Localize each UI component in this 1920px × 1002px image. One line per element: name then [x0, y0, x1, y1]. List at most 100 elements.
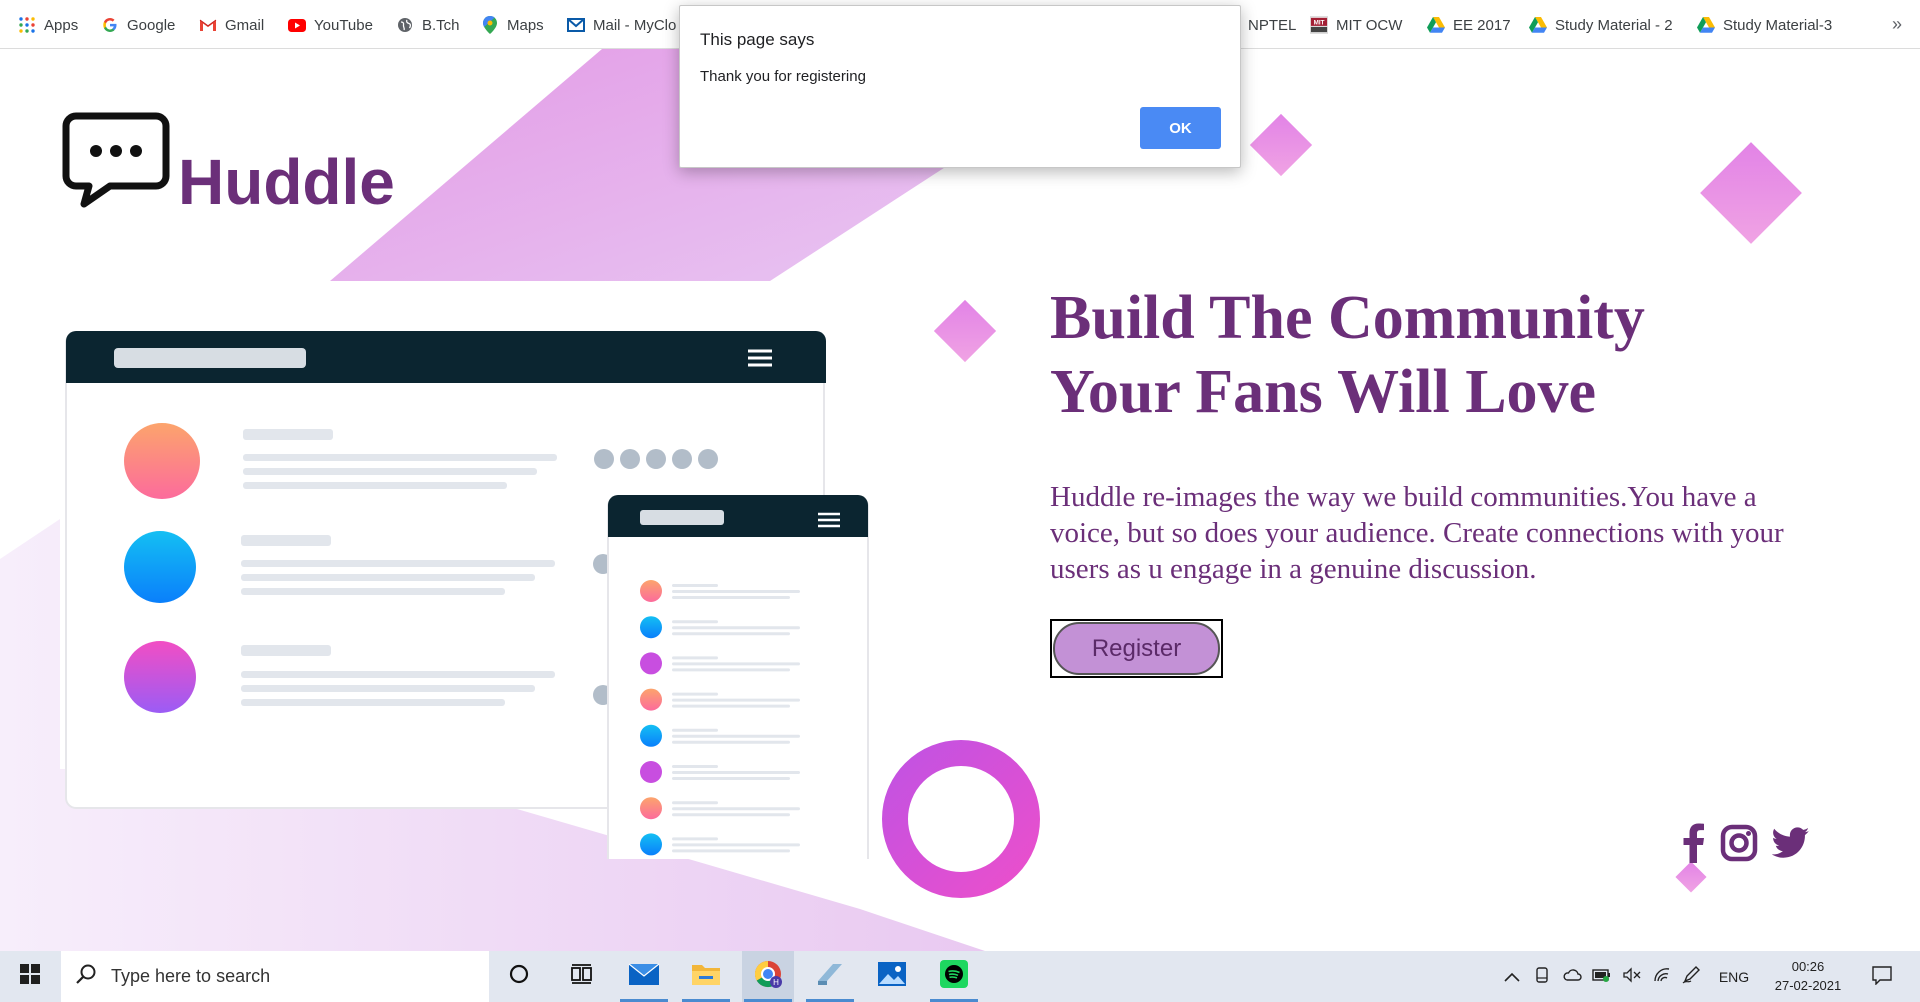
mobile-text-line	[672, 777, 790, 780]
bookmarks-overflow-button[interactable]: »	[1892, 14, 1902, 35]
taskbar-notes-app[interactable]	[804, 951, 856, 1002]
taskbar-mail-app[interactable]	[618, 951, 670, 1002]
notification-icon	[1871, 965, 1893, 988]
tray-volume[interactable]	[1620, 951, 1644, 1002]
mobile-text-line	[672, 843, 800, 847]
windows-taskbar: Type here to search H ENG 00:26 27-02-20…	[0, 951, 1920, 1002]
folder-icon	[691, 961, 721, 992]
bookmark-study-material-3[interactable]: Study Material-3	[1697, 14, 1832, 36]
mail-icon	[628, 961, 660, 992]
bookmark-youtube[interactable]: YouTube	[288, 14, 373, 36]
mobile-avatar	[640, 724, 662, 747]
volume-muted-icon	[1622, 967, 1642, 986]
mobile-text-line	[672, 801, 718, 805]
bookmark-btch[interactable]: B.Tch	[396, 14, 460, 36]
bookmark-label: Mail - MyClo	[593, 16, 677, 34]
bookmark-label: MIT OCW	[1336, 16, 1403, 34]
mobile-text-line	[672, 698, 800, 702]
notification-center-button[interactable]	[1862, 951, 1902, 1002]
bookmark-mail[interactable]: Mail - MyClo	[567, 14, 676, 36]
mobile-avatar	[640, 580, 662, 602]
facebook-icon[interactable]	[1680, 823, 1706, 868]
windows-logo-icon	[20, 964, 40, 989]
bookmark-apps[interactable]: Apps	[18, 14, 78, 36]
globe-icon	[396, 16, 414, 34]
register-button-frame: Register	[1050, 619, 1223, 678]
mobile-avatar	[640, 652, 662, 675]
apps-grid-icon	[18, 16, 36, 34]
bookmark-nptel[interactable]: NPTEL	[1248, 14, 1296, 36]
chevron-up-icon	[1504, 969, 1520, 985]
hero-headline-line: Your Fans Will Love	[1050, 358, 1597, 426]
bookmark-label: Study Material - 2	[1555, 16, 1673, 34]
clock-time: 00:26	[1791, 959, 1825, 974]
register-button[interactable]: Register	[1053, 622, 1220, 675]
wifi-icon	[1652, 967, 1672, 986]
bookmark-label: NPTEL	[1248, 16, 1297, 34]
mobile-text-line	[672, 807, 800, 811]
youtube-icon	[288, 16, 306, 34]
diamond-decoration	[1249, 113, 1313, 177]
app-mockup-illustration	[65, 331, 869, 859]
tray-meet-now[interactable]	[1530, 951, 1554, 1002]
mobile-text-line	[672, 704, 790, 708]
alert-dialog: This page says Thank you for registering…	[679, 5, 1241, 168]
google-drive-icon	[1529, 16, 1547, 34]
spotify-icon	[939, 959, 969, 994]
diamond-decoration	[933, 299, 997, 363]
mobile-text-line	[672, 668, 790, 672]
bookmark-label: Study Material-3	[1723, 16, 1833, 34]
instagram-icon[interactable]	[1720, 824, 1758, 867]
cortana-button[interactable]	[493, 951, 545, 1002]
social-links	[1680, 823, 1810, 868]
taskbar-chrome[interactable]: H	[742, 951, 794, 1002]
svg-text:H: H	[773, 978, 779, 987]
tray-language[interactable]: ENG	[1712, 951, 1756, 1002]
mobile-avatar	[640, 833, 662, 856]
taskbar-photos-app[interactable]	[866, 951, 918, 1002]
notepad-icon	[815, 961, 845, 992]
start-button[interactable]	[0, 951, 60, 1002]
show-hidden-icons-button[interactable]	[1500, 951, 1524, 1002]
huddle-logo[interactable]: Huddle	[62, 110, 395, 218]
photos-icon	[877, 961, 907, 992]
taskbar-file-explorer[interactable]	[680, 951, 732, 1002]
hero-description: Huddle re-images the way we build commun…	[1050, 481, 1784, 585]
dialog-title: This page says	[700, 30, 815, 49]
device-icon	[1533, 966, 1551, 987]
hero-headline-line: Build The Community	[1050, 284, 1645, 352]
tray-onedrive[interactable]	[1560, 951, 1584, 1002]
tray-pen[interactable]	[1680, 951, 1704, 1002]
bookmark-mit-ocw[interactable]: MIT MIT OCW	[1310, 14, 1402, 36]
dialog-ok-button[interactable]: OK	[1140, 107, 1221, 149]
mobile-text-line	[672, 656, 718, 660]
bookmark-gmail[interactable]: Gmail	[199, 14, 264, 36]
mobile-avatar	[640, 761, 662, 783]
task-view-button[interactable]	[555, 951, 607, 1002]
twitter-icon[interactable]	[1771, 827, 1810, 864]
mobile-text-line	[672, 740, 790, 744]
mobile-avatar	[640, 797, 662, 820]
mobile-mockup	[607, 495, 869, 859]
bookmark-label: EE 2017	[1453, 16, 1511, 34]
bookmark-ee2017[interactable]: EE 2017	[1427, 14, 1511, 36]
taskbar-clock[interactable]: 00:26 27-02-2021	[1766, 957, 1850, 995]
bookmark-label: YouTube	[314, 16, 373, 34]
mobile-text-line	[672, 590, 800, 593]
cloud-icon	[1562, 967, 1582, 986]
bookmark-label: B.Tch	[422, 16, 460, 34]
mobile-text-line	[672, 849, 790, 853]
tray-wifi[interactable]	[1650, 951, 1674, 1002]
bookmark-maps[interactable]: Maps	[481, 14, 544, 36]
diamond-decoration	[1700, 142, 1802, 244]
cortana-circle-icon	[508, 963, 530, 990]
mobile-text-line	[672, 734, 800, 738]
bookmark-google[interactable]: Google	[101, 14, 175, 36]
mobile-text-line	[672, 626, 800, 630]
tray-battery[interactable]	[1590, 951, 1614, 1002]
taskbar-search-box[interactable]: Type here to search	[61, 951, 489, 1002]
chrome-icon: H	[753, 959, 783, 994]
bookmark-study-material-2[interactable]: Study Material - 2	[1529, 14, 1673, 36]
taskbar-spotify[interactable]	[928, 951, 980, 1002]
search-icon	[75, 963, 97, 990]
